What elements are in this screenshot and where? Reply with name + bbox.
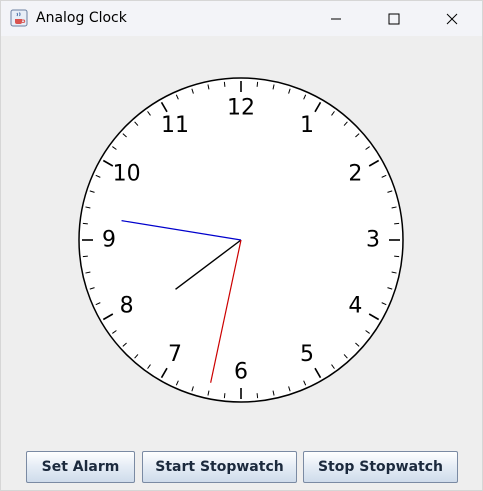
numeral-11: 11 xyxy=(161,113,189,138)
numeral-9: 9 xyxy=(102,228,116,253)
button-bar: Set Alarm Start Stopwatch Stop Stopwatch xyxy=(1,446,482,490)
minute-tick xyxy=(82,255,88,258)
minute-tick xyxy=(394,255,400,258)
clock-panel: 12 1 2 3 4 5 6 7 8 9 10 11 xyxy=(1,36,482,446)
minute-tick xyxy=(256,393,259,399)
maximize-icon xyxy=(388,13,400,25)
maximize-button[interactable] xyxy=(371,1,417,36)
numeral-10: 10 xyxy=(113,162,141,187)
numeral-7: 7 xyxy=(168,342,182,367)
minute-tick xyxy=(394,222,400,225)
minute-tick xyxy=(223,81,226,87)
numeral-8: 8 xyxy=(120,294,134,319)
numeral-12: 12 xyxy=(227,96,255,121)
window-title: Analog Clock xyxy=(36,10,127,26)
title-bar[interactable]: Analog Clock xyxy=(1,1,482,36)
numeral-1: 1 xyxy=(300,113,314,138)
close-icon xyxy=(446,13,458,25)
analog-clock: 121234567891011 xyxy=(78,77,404,403)
app-window: Analog Clock 12 1 2 3 4 5 6 7 8 9 10 11 Set Alarm S… xyxy=(0,0,483,491)
minute-tick xyxy=(256,81,259,87)
minute-tick xyxy=(82,222,88,225)
minimize-icon xyxy=(330,13,342,25)
start-stopwatch-button[interactable]: Start Stopwatch xyxy=(142,451,297,483)
numeral-4: 4 xyxy=(348,294,362,319)
numeral-3: 3 xyxy=(366,228,380,253)
stop-stopwatch-button[interactable]: Stop Stopwatch xyxy=(303,451,458,483)
close-button[interactable] xyxy=(429,1,475,36)
numeral-2: 2 xyxy=(348,162,362,187)
numeral-6: 6 xyxy=(234,360,248,385)
java-coffee-icon xyxy=(10,9,28,27)
minute-tick xyxy=(223,393,226,399)
numeral-5: 5 xyxy=(300,342,314,367)
minimize-button[interactable] xyxy=(313,1,359,36)
set-alarm-button[interactable]: Set Alarm xyxy=(26,451,135,483)
